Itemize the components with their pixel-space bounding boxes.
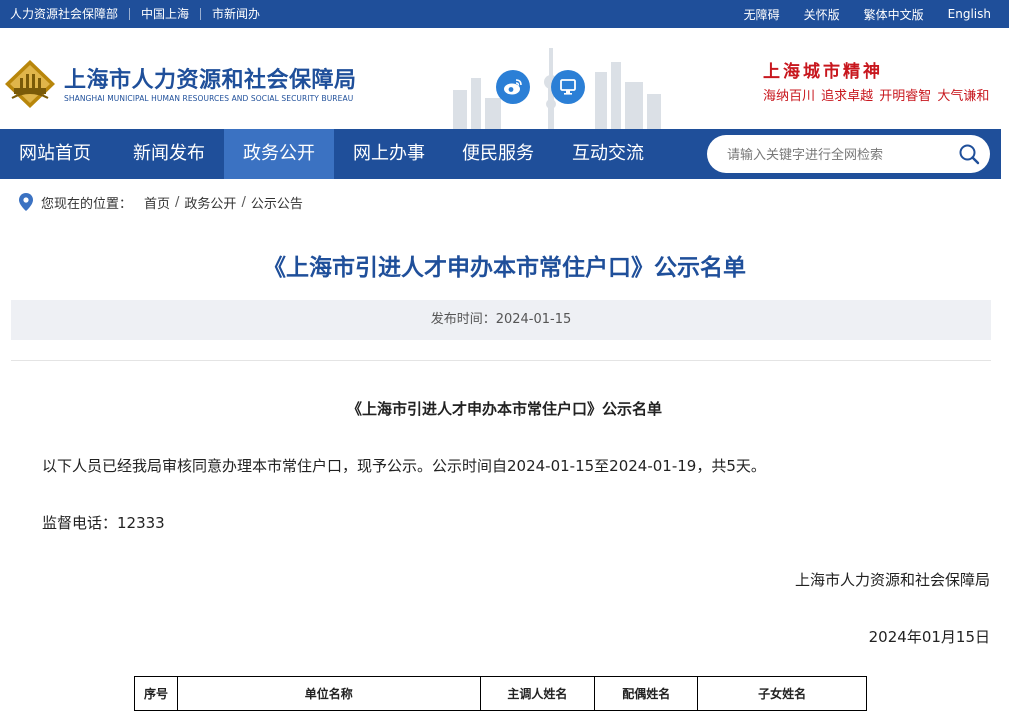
- nav-item-public-services[interactable]: 便民服务: [443, 129, 553, 179]
- location-pin-icon: [19, 193, 33, 211]
- nav-item-home[interactable]: 网站首页: [0, 129, 110, 179]
- article-sub-title: 《上海市引进人才申办本市常住户口》公示名单: [346, 400, 662, 418]
- article-body: 以下人员已经我局审核同意办理本市常住户口，现予公示。公示时间自2024-01-1…: [42, 457, 766, 475]
- publish-time: 发布时间：2024-01-15: [11, 300, 991, 340]
- top-links-left: 人力资源社会保障部 中国上海 市新闻办: [10, 0, 271, 28]
- link-english[interactable]: English: [948, 7, 991, 21]
- article-title: 《上海市引进人才申办本市常住户口》公示名单: [263, 255, 746, 281]
- org-name-en: SHANGHAI MUNICIPAL HUMAN RESOURCES AND S…: [64, 94, 354, 103]
- top-utility-bar: 人力资源社会保障部 中国上海 市新闻办 无障碍 关怀版 繁体中文版 Englis…: [0, 0, 1009, 28]
- city-spirit-slogan: 海纳百川 追求卓越 开明睿智 大气谦和: [763, 89, 990, 104]
- link-china-shanghai[interactable]: 中国上海: [130, 8, 202, 20]
- breadcrumb-separator: /: [241, 194, 246, 210]
- bureau-emblem-icon[interactable]: [2, 58, 58, 110]
- breadcrumb-separator: /: [175, 194, 180, 210]
- breadcrumb: 您现在的位置： 首页 / 政务公开 / 公示公告: [19, 193, 303, 212]
- table-header-row: 序号 单位名称 主调人姓名 配偶姓名 子女姓名: [134, 676, 867, 711]
- col-header-children: 子女姓名: [697, 676, 867, 711]
- org-name[interactable]: 上海市人力资源和社会保障局: [64, 62, 357, 94]
- col-header-spouse: 配偶姓名: [594, 676, 699, 711]
- link-care-mode[interactable]: 关怀版: [804, 6, 840, 23]
- supervision-hotline: 监督电话：12333: [42, 514, 165, 532]
- link-traditional-chinese[interactable]: 繁体中文版: [864, 6, 924, 23]
- nav-item-government-affairs[interactable]: 政务公开: [224, 129, 334, 179]
- site-header: 上海市人力资源和社会保障局 SHANGHAI MUNICIPAL HUMAN R…: [0, 28, 1009, 130]
- link-accessibility[interactable]: 无障碍: [744, 6, 780, 23]
- col-header-index: 序号: [134, 676, 178, 711]
- roster-table: 序号 单位名称 主调人姓名 配偶姓名 子女姓名: [134, 676, 867, 711]
- nav-item-interaction[interactable]: 互动交流: [553, 129, 663, 179]
- top-links-right: 无障碍 关怀版 繁体中文版 English: [720, 0, 991, 28]
- nav-item-news[interactable]: 新闻发布: [114, 129, 224, 179]
- search-icon[interactable]: [958, 143, 980, 165]
- link-news-office[interactable]: 市新闻办: [201, 8, 271, 20]
- col-header-applicant: 主调人姓名: [479, 676, 596, 711]
- computer-icon[interactable]: [551, 70, 585, 104]
- breadcrumb-lead: 您现在的位置：: [41, 196, 133, 212]
- breadcrumb-government-affairs[interactable]: 政务公开: [184, 193, 236, 212]
- main-nav: 网站首页 新闻发布 政务公开 网上办事 便民服务 互动交流: [0, 129, 1001, 179]
- search-input[interactable]: [727, 144, 947, 164]
- link-mohrss[interactable]: 人力资源社会保障部: [10, 8, 131, 20]
- breadcrumb-announcements[interactable]: 公示公告: [251, 193, 303, 212]
- breadcrumb-home[interactable]: 首页: [144, 193, 170, 212]
- nav-item-online-services[interactable]: 网上办事: [334, 129, 444, 179]
- signature-org: 上海市人力资源和社会保障局: [794, 571, 990, 589]
- col-header-employer: 单位名称: [176, 676, 481, 711]
- weibo-icon[interactable]: [496, 70, 530, 104]
- signature-date: 2024年01月15日: [868, 628, 990, 646]
- site-search: [707, 135, 990, 173]
- article-divider: [11, 360, 991, 361]
- city-spirit-title: 上海城市精神: [763, 62, 883, 82]
